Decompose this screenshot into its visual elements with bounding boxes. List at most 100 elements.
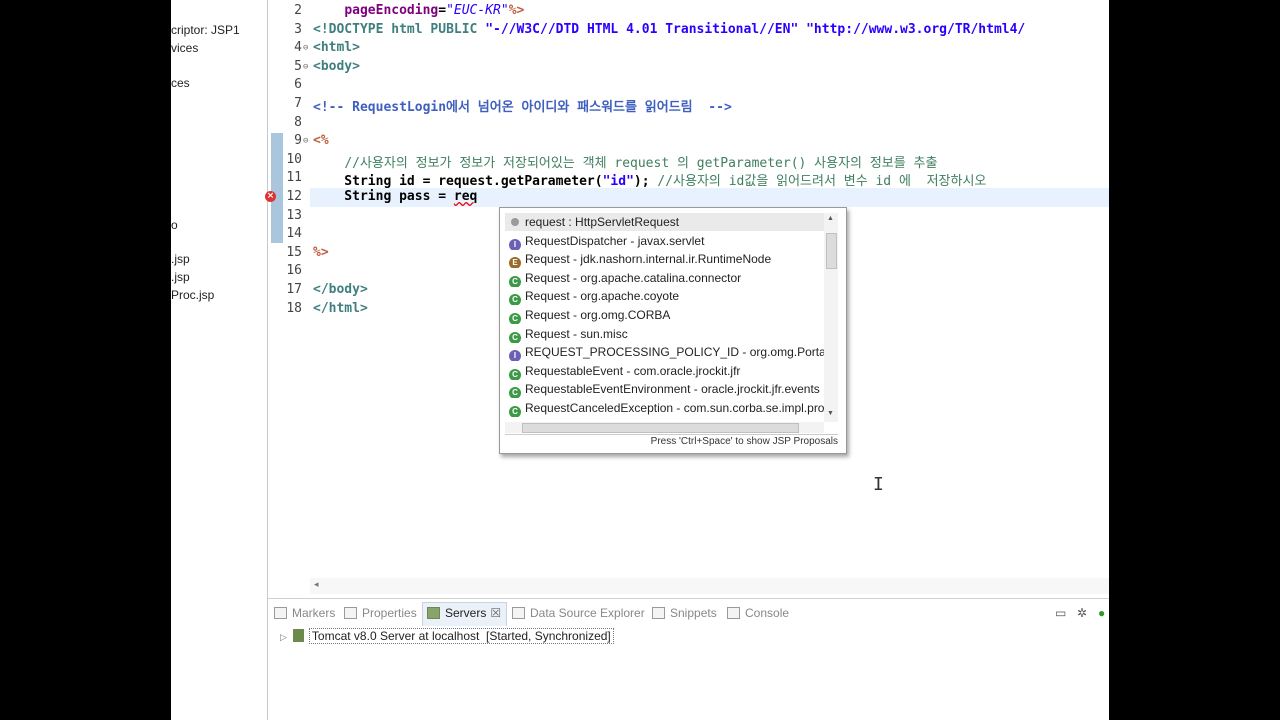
explorer-item[interactable]: .jsp	[171, 270, 190, 284]
variable-icon	[511, 218, 519, 226]
proposal-item[interactable]: E Request - jdk.nashorn.internal.ir.Runti…	[505, 250, 824, 269]
proposal-text: Request - jdk.nashorn.internal.ir.Runtim…	[525, 252, 772, 267]
line-number: 4	[294, 40, 302, 56]
close-icon[interactable]: ☒	[490, 606, 501, 620]
class-icon: C	[509, 313, 521, 324]
explorer-item[interactable]: Proc.jsp	[171, 288, 214, 302]
class-icon: C	[509, 406, 521, 417]
code-line[interactable]: <html>	[313, 40, 360, 55]
tab-data-source-explorer[interactable]: Data Source Explorer	[512, 606, 645, 620]
code-line[interactable]: <body>	[313, 59, 360, 74]
line-number: 13	[286, 207, 302, 223]
code-line[interactable]: pageEncoding="EUC-KR"%>	[313, 3, 524, 18]
class-icon: C	[509, 331, 521, 343]
proposal-item[interactable]: I REQUEST_PROCESSING_POLICY_ID - org.omg.…	[505, 343, 824, 362]
class-icon: C	[509, 387, 521, 399]
eclipse-window: criptor: JSP1 vices ces o .jsp .jsp Proc…	[171, 0, 1109, 720]
minimize-icon[interactable]: ▭	[1055, 606, 1066, 620]
line-number: 8	[294, 114, 302, 130]
tab-properties[interactable]: Properties	[344, 606, 417, 620]
line-number: 9	[294, 133, 302, 149]
line-number: 2	[294, 3, 302, 18]
proposal-text: Request - sun.misc	[525, 326, 628, 341]
line-number: 12	[286, 189, 302, 204]
panel-tabs: Markers Properties Servers ☒ Data Source …	[268, 599, 1109, 629]
proposal-item[interactable]: C Request - sun.misc	[505, 325, 824, 343]
code-line[interactable]: String pass = req	[313, 189, 477, 204]
proposal-text: RequestDispatcher - javax.servlet	[525, 233, 705, 248]
proposal-horizontal-scrollbar[interactable]	[505, 422, 824, 433]
editor-horizontal-scrollbar[interactable]: ◂	[310, 578, 1109, 594]
proposal-text: REQUEST_PROCESSING_POLICY_ID - org.omg.P…	[525, 345, 824, 360]
tab-console[interactable]: Console	[727, 606, 789, 620]
server-icon	[292, 629, 304, 642]
explorer-item[interactable]: criptor: JSP1	[171, 23, 240, 37]
proposal-text: RequestCanceledException - com.sun.corba…	[525, 401, 824, 415]
proposal-item[interactable]: C RequestableEvent - com.oracle.jrockit.j…	[505, 362, 824, 380]
enum-icon: E	[509, 257, 521, 269]
line-number: 10	[286, 151, 302, 167]
server-name: Tomcat v8.0 Server at localhost	[311, 629, 480, 643]
line-number: 17	[286, 282, 302, 297]
scroll-thumb[interactable]	[826, 233, 837, 269]
fold-icon[interactable]: ⊖	[303, 43, 308, 53]
start-server-icon[interactable]: ●	[1098, 606, 1105, 620]
debug-server-icon[interactable]: ✲	[1077, 606, 1087, 620]
code-line[interactable]: <!-- RequestLogin에서 넘어온 아이디와 패스워드를 읽어드림 …	[313, 96, 732, 115]
explorer-item[interactable]: .jsp	[171, 252, 190, 266]
line-number: 5	[294, 58, 302, 74]
scroll-left-icon[interactable]: ◂	[314, 579, 319, 590]
class-icon: C	[509, 368, 521, 380]
bottom-panel: Markers Properties Servers ☒ Data Source …	[268, 599, 1109, 720]
proposal-item[interactable]: C RequestableEventEnvironment - oracle.jr…	[505, 380, 824, 399]
proposal-item[interactable]: C RequestCanceledException - com.sun.corb…	[505, 399, 824, 417]
markers-icon	[274, 607, 287, 619]
tab-snippets[interactable]: Snippets	[652, 606, 717, 620]
line-number: 7	[294, 96, 302, 111]
explorer-item[interactable]: o	[171, 218, 178, 232]
proposal-vertical-scrollbar[interactable]: ▲ ▼	[824, 213, 838, 422]
console-icon	[727, 607, 740, 619]
fold-icon[interactable]: ⊖	[303, 136, 308, 146]
proposal-text: Request - org.omg.CORBA	[525, 308, 671, 322]
database-icon	[512, 607, 525, 619]
proposal-item[interactable]: C Request - org.omg.CORBA	[505, 306, 824, 324]
properties-icon	[344, 607, 357, 619]
proposal-list[interactable]: request : HttpServletRequest I RequestDisp…	[505, 213, 824, 422]
line-number: 15	[286, 244, 302, 260]
servers-icon	[427, 607, 440, 619]
code-line[interactable]: <%	[313, 133, 329, 148]
line-number: 11	[286, 170, 302, 186]
code-line[interactable]: </html>	[313, 301, 368, 316]
interface-icon: I	[509, 238, 521, 250]
scroll-thumb[interactable]	[522, 423, 799, 433]
proposal-item[interactable]: I RequestDispatcher - javax.servlet	[505, 232, 824, 250]
expand-icon[interactable]: ▷	[280, 632, 287, 642]
proposal-item[interactable]: C Request - org.apache.catalina.connector	[505, 269, 824, 287]
code-line[interactable]: %>	[313, 245, 329, 260]
mouse-cursor-icon: I	[873, 474, 884, 495]
project-explorer: criptor: JSP1 vices ces o .jsp .jsp Proc…	[171, 0, 268, 720]
code-line[interactable]: <!DOCTYPE html PUBLIC "-//W3C//DTD HTML …	[313, 22, 1025, 37]
interface-icon: I	[509, 350, 521, 362]
line-number: 18	[286, 300, 302, 316]
proposal-item[interactable]: C Request - org.apache.coyote	[505, 287, 824, 306]
proposal-text: RequestableEventEnvironment - oracle.jro…	[525, 382, 820, 397]
explorer-item[interactable]: vices	[171, 41, 198, 55]
explorer-item[interactable]: ces	[171, 76, 190, 90]
tab-markers[interactable]: Markers	[274, 606, 335, 620]
line-number: 6	[294, 77, 302, 93]
server-item[interactable]: ▷ Tomcat v8.0 Server at localhost [Starte…	[280, 628, 614, 644]
fold-icon[interactable]: ⊖	[303, 62, 308, 72]
proposal-text: request : HttpServletRequest	[525, 215, 680, 229]
code-line[interactable]: String id = request.getParameter("id"); …	[313, 170, 986, 189]
code-line[interactable]: //사용자의 정보가 정보가 저장되어있는 객체 request 의 getPa…	[313, 152, 937, 171]
tab-servers[interactable]: Servers ☒	[422, 602, 508, 626]
code-line[interactable]: </body>	[313, 282, 368, 297]
scroll-up-icon[interactable]: ▲	[827, 215, 834, 222]
proposal-text: Request - org.apache.catalina.connector	[525, 270, 742, 285]
proposal-item[interactable]: request : HttpServletRequest	[505, 213, 824, 231]
server-state: [Started, Synchronized]	[486, 629, 611, 643]
proposal-text: Request - org.apache.coyote	[525, 289, 680, 304]
scroll-down-icon[interactable]: ▼	[827, 410, 834, 417]
